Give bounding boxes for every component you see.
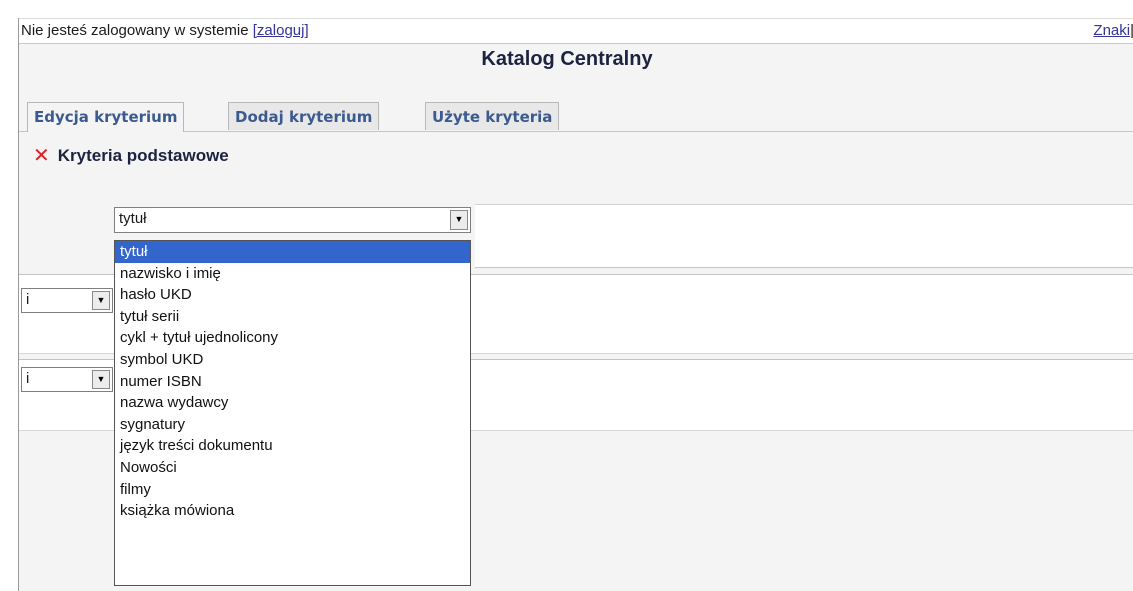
close-x-icon[interactable]: ✕: [33, 146, 50, 166]
page-title: Katalog Centralny: [481, 48, 653, 70]
login-status-text: Nie jesteś zalogowany w systemie: [21, 22, 253, 39]
tab-edit-criterion[interactable]: Edycja kryterium: [27, 102, 185, 132]
tab-add-criterion[interactable]: Dodaj kryterium: [228, 102, 380, 130]
field-select-value: tytuł: [119, 210, 147, 227]
operator-value: i: [26, 370, 30, 387]
tab-used-criteria[interactable]: Użyte kryteria: [425, 102, 560, 130]
dropdown-option[interactable]: nazwisko i imię: [115, 263, 470, 285]
dropdown-option[interactable]: tytuł: [115, 241, 470, 263]
dropdown-option[interactable]: symbol UKD: [115, 349, 470, 371]
special-chars-link[interactable]: Znaki|: [1093, 20, 1133, 42]
search-field-area: [475, 204, 1133, 268]
catalog-frame: Nie jesteś zalogowany w systemie [zalogu…: [18, 18, 1133, 591]
tabs-divider: [19, 131, 1133, 132]
dropdown-option[interactable]: filmy: [115, 479, 470, 501]
dropdown-option[interactable]: tytuł serii: [115, 306, 470, 328]
chevron-down-icon[interactable]: ▼: [450, 210, 468, 230]
section-title: Kryteria podstawowe: [57, 146, 229, 165]
operator-select-1[interactable]: i ▼: [21, 288, 113, 313]
chevron-down-icon[interactable]: ▼: [92, 291, 110, 310]
login-status: Nie jesteś zalogowany w systemie [zalogu…: [21, 20, 309, 42]
section-basic-criteria: ✕ Kryteria podstawowe: [33, 146, 229, 166]
operator-select-2[interactable]: i ▼: [21, 367, 113, 392]
chevron-down-icon[interactable]: ▼: [92, 370, 110, 389]
dropdown-option[interactable]: książka mówiona: [115, 500, 470, 522]
special-chars-label[interactable]: Znaki: [1093, 22, 1130, 39]
dropdown-option[interactable]: nazwa wydawcy: [115, 392, 470, 414]
dropdown-option[interactable]: cykl + tytuł ujednolicony: [115, 327, 470, 349]
dropdown-option[interactable]: sygnatury: [115, 414, 470, 436]
dropdown-option[interactable]: hasło UKD: [115, 284, 470, 306]
dropdown-option[interactable]: numer ISBN: [115, 371, 470, 393]
login-bar: Nie jesteś zalogowany w systemie [zalogu…: [19, 18, 1133, 44]
field-dropdown-list[interactable]: tytuł nazwisko i imię hasło UKD tytuł se…: [114, 240, 471, 586]
login-link[interactable]: [zaloguj]: [253, 22, 309, 39]
operator-value: i: [26, 291, 30, 308]
field-select[interactable]: tytuł ▼: [114, 207, 471, 233]
dropdown-option[interactable]: język treści dokumentu: [115, 435, 470, 457]
dropdown-option[interactable]: Nowości: [115, 457, 470, 479]
